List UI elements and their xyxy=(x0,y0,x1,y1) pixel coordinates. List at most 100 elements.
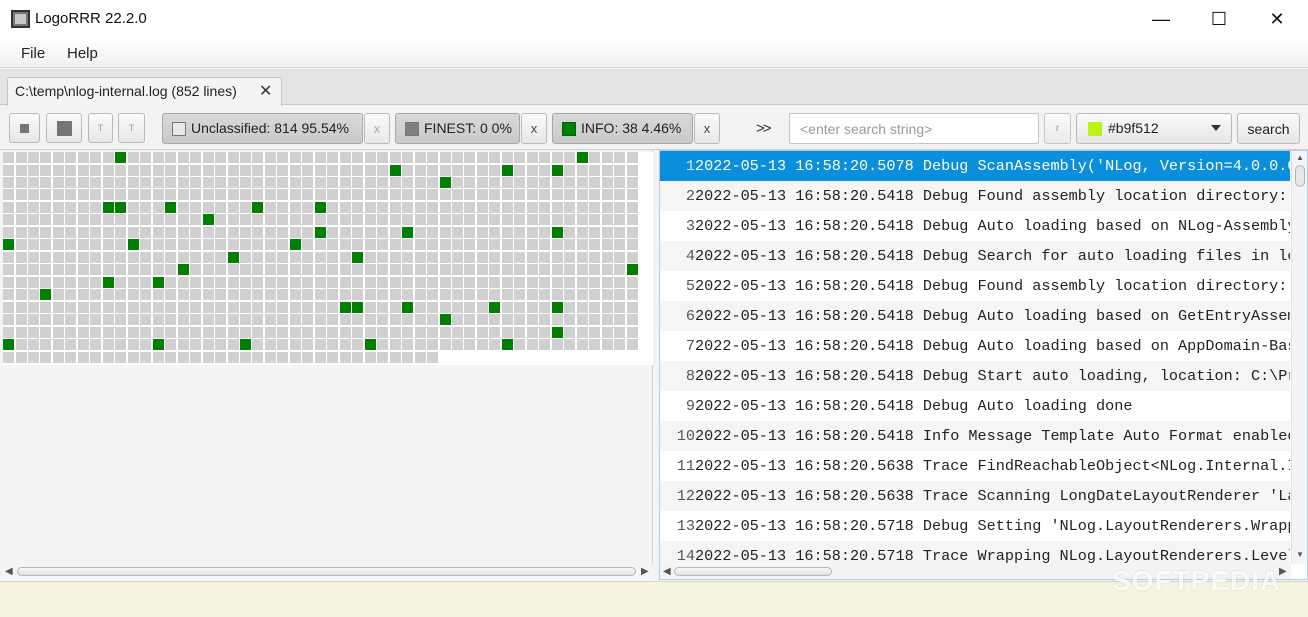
grid-cell-unclassified[interactable] xyxy=(377,189,389,201)
grid-cell-unclassified[interactable] xyxy=(551,276,563,288)
regex-toggle-button[interactable]: r xyxy=(1044,113,1071,144)
grid-cell-unclassified[interactable] xyxy=(539,176,551,188)
grid-cell-unclassified[interactable] xyxy=(614,226,625,238)
log-line-row[interactable]: 32022-05-13 16:58:20.5418 Debug Auto loa… xyxy=(660,211,1290,241)
grid-cell-unclassified[interactable] xyxy=(252,276,264,288)
grid-cell-unclassified[interactable] xyxy=(601,276,613,288)
grid-cell-unclassified[interactable] xyxy=(626,214,638,226)
grid-cell-unclassified[interactable] xyxy=(464,264,476,276)
grid-cell-unclassified[interactable] xyxy=(526,152,538,163)
grid-cell-unclassified[interactable] xyxy=(414,152,426,163)
grid-cell-unclassified[interactable] xyxy=(65,351,77,363)
grid-cell-unclassified[interactable] xyxy=(252,189,264,201)
grid-cell-unclassified[interactable] xyxy=(302,176,314,188)
grid-cell-unclassified[interactable] xyxy=(27,314,39,326)
grid-cell-unclassified[interactable] xyxy=(127,226,139,238)
grid-cell-unclassified[interactable] xyxy=(439,214,451,226)
grid-cell-unclassified[interactable] xyxy=(15,301,27,313)
grid-cell-unclassified[interactable] xyxy=(202,276,214,288)
grid-cell-unclassified[interactable] xyxy=(451,214,463,226)
grid-cell-unclassified[interactable] xyxy=(3,214,14,226)
grid-cell-info[interactable] xyxy=(551,164,563,176)
grid-cell-unclassified[interactable] xyxy=(277,351,289,363)
grid-cell-unclassified[interactable] xyxy=(152,301,164,313)
grid-cell-unclassified[interactable] xyxy=(264,251,276,263)
grid-cell-unclassified[interactable] xyxy=(551,239,563,251)
grid-cell-unclassified[interactable] xyxy=(115,214,127,226)
grid-cell-unclassified[interactable] xyxy=(264,351,276,363)
grid-cell-unclassified[interactable] xyxy=(289,264,301,276)
grid-cell-unclassified[interactable] xyxy=(476,264,488,276)
grid-cell-unclassified[interactable] xyxy=(364,289,376,301)
grid-cell-unclassified[interactable] xyxy=(239,264,251,276)
grid-cell-unclassified[interactable] xyxy=(264,176,276,188)
grid-cell-unclassified[interactable] xyxy=(177,189,189,201)
grid-cell-unclassified[interactable] xyxy=(327,239,339,251)
grid-cell-unclassified[interactable] xyxy=(489,326,501,338)
grid-cell-unclassified[interactable] xyxy=(564,214,576,226)
grid-cell-unclassified[interactable] xyxy=(65,239,77,251)
grid-cell-unclassified[interactable] xyxy=(127,201,139,213)
grid-cell-unclassified[interactable] xyxy=(352,214,364,226)
tab-log-file[interactable]: C:\temp\nlog-internal.log (852 lines) ✕ xyxy=(7,77,282,106)
grid-cell-unclassified[interactable] xyxy=(3,326,14,338)
grid-cell-unclassified[interactable] xyxy=(564,264,576,276)
grid-cell-unclassified[interactable] xyxy=(15,189,27,201)
grid-cell-unclassified[interactable] xyxy=(339,289,351,301)
grid-cell-unclassified[interactable] xyxy=(140,152,152,163)
grid-cell-unclassified[interactable] xyxy=(464,251,476,263)
grid-cell-unclassified[interactable] xyxy=(377,351,389,363)
grid-cell-unclassified[interactable] xyxy=(576,239,588,251)
grid-cell-unclassified[interactable] xyxy=(439,251,451,263)
grid-cell-unclassified[interactable] xyxy=(589,276,601,288)
grid-cell-unclassified[interactable] xyxy=(289,314,301,326)
grid-cell-unclassified[interactable] xyxy=(564,239,576,251)
grid-cell-unclassified[interactable] xyxy=(464,214,476,226)
grid-cell-unclassified[interactable] xyxy=(389,226,401,238)
grid-cell-unclassified[interactable] xyxy=(339,214,351,226)
grid-cell-unclassified[interactable] xyxy=(414,351,426,363)
grid-cell-unclassified[interactable] xyxy=(414,189,426,201)
grid-cell-unclassified[interactable] xyxy=(601,326,613,338)
grid-cell-unclassified[interactable] xyxy=(427,164,438,176)
grid-cell-unclassified[interactable] xyxy=(140,226,152,238)
grid-cell-unclassified[interactable] xyxy=(152,239,164,251)
grid-cell-unclassified[interactable] xyxy=(77,214,89,226)
grid-cell-unclassified[interactable] xyxy=(389,289,401,301)
grid-cell-unclassified[interactable] xyxy=(601,264,613,276)
grid-cell-unclassified[interactable] xyxy=(601,239,613,251)
grid-cell-unclassified[interactable] xyxy=(489,339,501,351)
grid-cell-unclassified[interactable] xyxy=(264,214,276,226)
grid-cell-unclassified[interactable] xyxy=(77,289,89,301)
grid-cell-unclassified[interactable] xyxy=(177,226,189,238)
grid-cell-info[interactable] xyxy=(202,214,214,226)
grid-cell-unclassified[interactable] xyxy=(539,276,551,288)
grid-cell-unclassified[interactable] xyxy=(451,289,463,301)
grid-cell-unclassified[interactable] xyxy=(626,239,638,251)
grid-cell-unclassified[interactable] xyxy=(90,351,102,363)
grid-cell-unclassified[interactable] xyxy=(140,314,152,326)
grid-cell-unclassified[interactable] xyxy=(402,314,413,326)
grid-cell-unclassified[interactable] xyxy=(102,226,114,238)
grid-cell-unclassified[interactable] xyxy=(601,301,613,313)
grid-cell-unclassified[interactable] xyxy=(227,214,239,226)
grid-cell-unclassified[interactable] xyxy=(3,164,14,176)
grid-cell-unclassified[interactable] xyxy=(65,201,77,213)
small-square-button[interactable] xyxy=(9,113,40,143)
grid-cell-unclassified[interactable] xyxy=(339,351,351,363)
grid-cell-unclassified[interactable] xyxy=(102,301,114,313)
grid-cell-unclassified[interactable] xyxy=(414,301,426,313)
grid-cell-unclassified[interactable] xyxy=(464,164,476,176)
grid-cell-unclassified[interactable] xyxy=(40,214,52,226)
grid-cell-unclassified[interactable] xyxy=(414,239,426,251)
grid-cell-unclassified[interactable] xyxy=(364,276,376,288)
grid-cell-unclassified[interactable] xyxy=(165,164,177,176)
grid-cell-unclassified[interactable] xyxy=(289,289,301,301)
grid-cell-unclassified[interactable] xyxy=(277,251,289,263)
grid-cell-unclassified[interactable] xyxy=(427,189,438,201)
grid-cell-unclassified[interactable] xyxy=(626,326,638,338)
grid-cell-unclassified[interactable] xyxy=(127,189,139,201)
grid-cell-info[interactable] xyxy=(239,339,251,351)
grid-cell-unclassified[interactable] xyxy=(65,251,77,263)
grid-cell-unclassified[interactable] xyxy=(427,339,438,351)
